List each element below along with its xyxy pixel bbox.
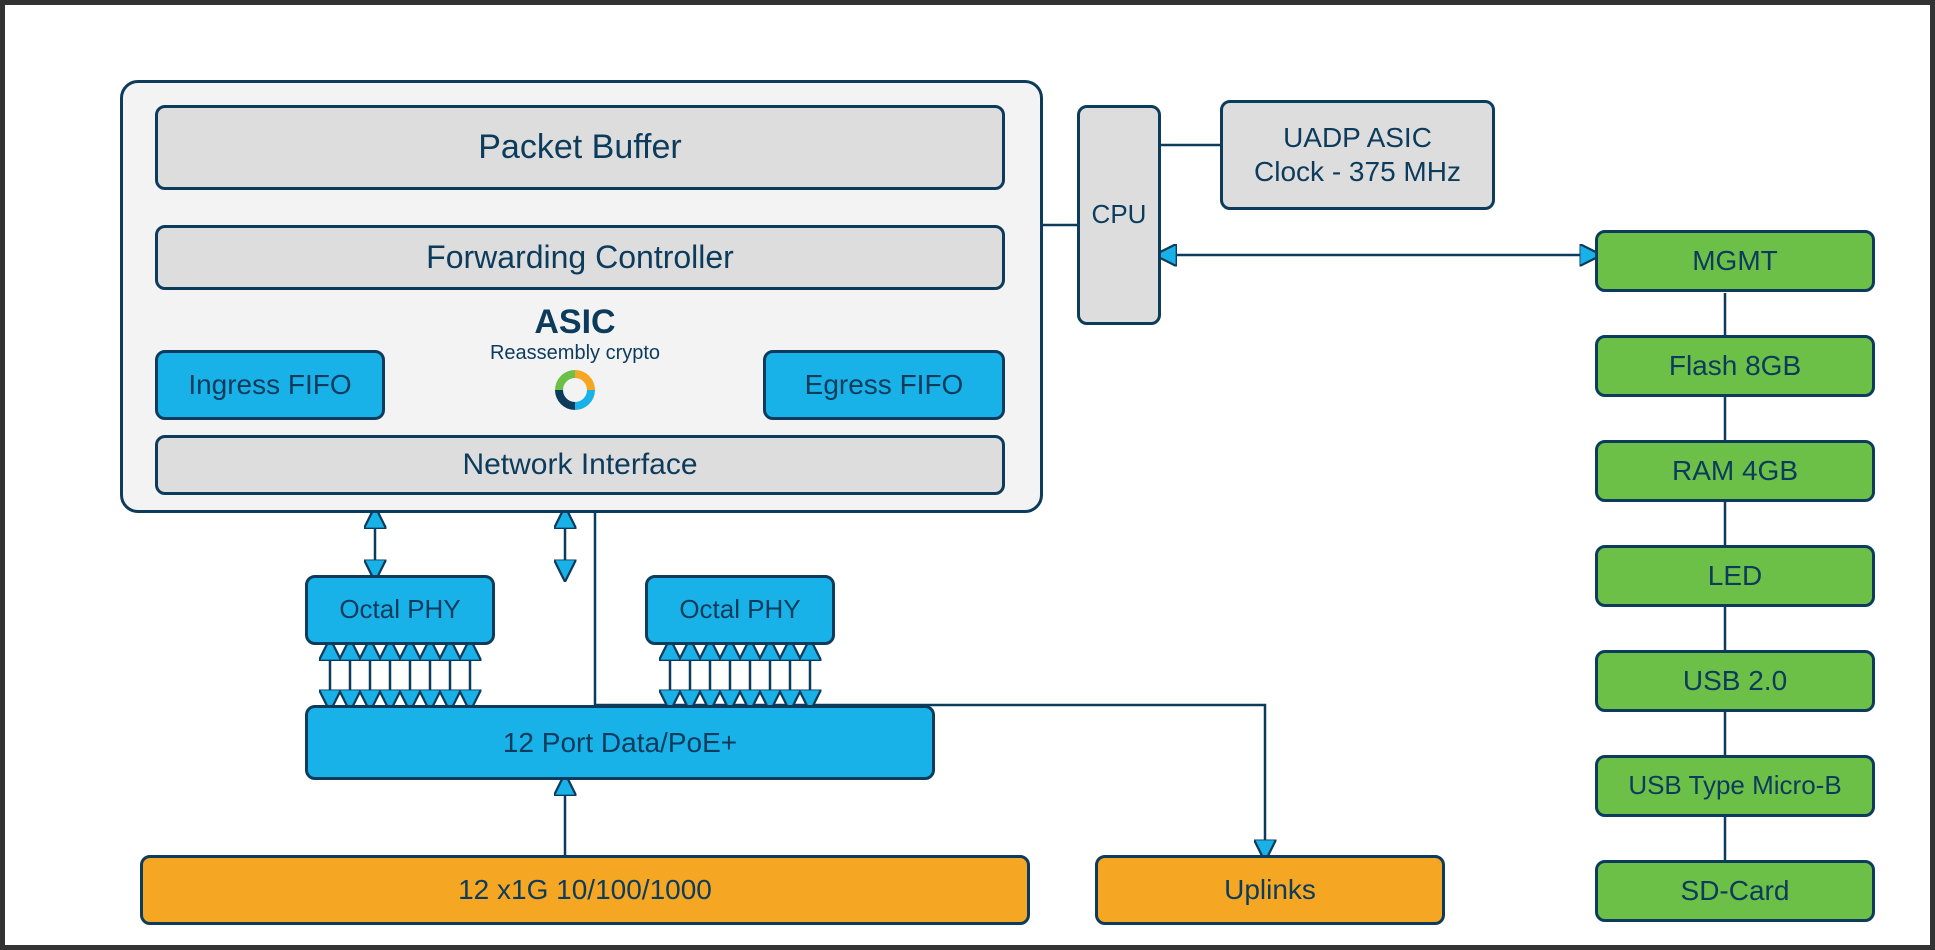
gig-ports-box: 12 x1G 10/100/1000 bbox=[140, 855, 1030, 925]
ram-box: RAM 4GB bbox=[1595, 440, 1875, 502]
asic-title: ASIC bbox=[475, 303, 675, 342]
uadp-clock-box: UADP ASIC Clock - 375 MHz bbox=[1220, 100, 1495, 210]
forwarding-controller-box: Forwarding Controller bbox=[155, 225, 1005, 290]
asic-label: ASIC Reassembly crypto bbox=[475, 303, 675, 365]
recycle-arrows-icon bbox=[548, 363, 602, 417]
sdcard-box: SD-Card bbox=[1595, 860, 1875, 922]
cpu-box: CPU bbox=[1077, 105, 1161, 325]
diagram-canvas: Packet Buffer Forwarding Controller ASIC… bbox=[0, 0, 1935, 950]
network-interface-box: Network Interface bbox=[155, 435, 1005, 495]
egress-fifo-box: Egress FIFO bbox=[763, 350, 1005, 420]
octal-phy-2-box: Octal PHY bbox=[645, 575, 835, 645]
port-data-box: 12 Port Data/PoE+ bbox=[305, 705, 935, 780]
mgmt-box: MGMT bbox=[1595, 230, 1875, 292]
ingress-fifo-box: Ingress FIFO bbox=[155, 350, 385, 420]
flash-box: Flash 8GB bbox=[1595, 335, 1875, 397]
octal-phy-1-box: Octal PHY bbox=[305, 575, 495, 645]
packet-buffer-box: Packet Buffer bbox=[155, 105, 1005, 190]
uplinks-box: Uplinks bbox=[1095, 855, 1445, 925]
usb20-box: USB 2.0 bbox=[1595, 650, 1875, 712]
asic-subtitle: Reassembly crypto bbox=[475, 342, 675, 365]
led-box: LED bbox=[1595, 545, 1875, 607]
usb-micro-box: USB Type Micro-B bbox=[1595, 755, 1875, 817]
